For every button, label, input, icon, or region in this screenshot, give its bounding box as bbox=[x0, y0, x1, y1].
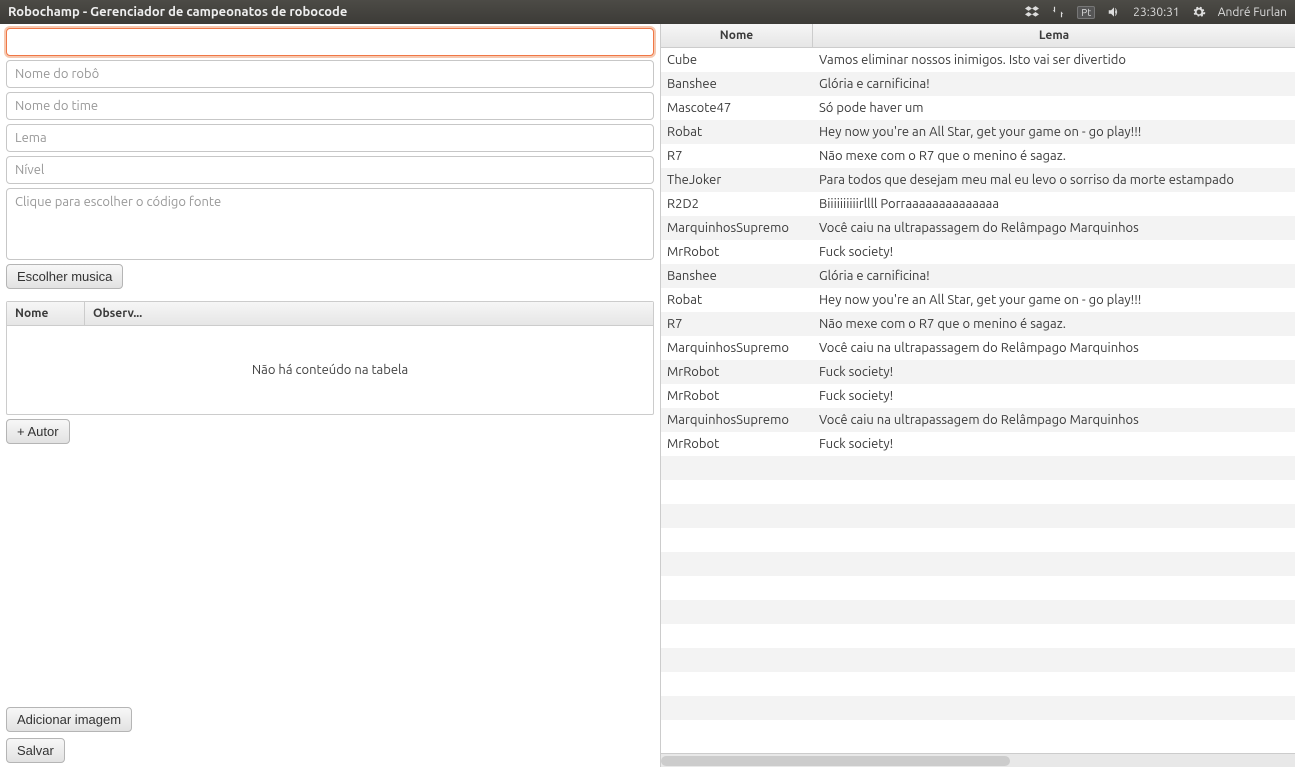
cell-nome: R2D2 bbox=[661, 197, 813, 211]
gear-icon[interactable] bbox=[1192, 5, 1206, 19]
table-row[interactable]: RobatHey now you're an All Star, get you… bbox=[661, 120, 1295, 144]
robots-table-header: Nome Lema bbox=[661, 24, 1295, 48]
cell-nome: R7 bbox=[661, 149, 813, 163]
cell-lema: Glória e carnificina! bbox=[813, 269, 1295, 283]
system-tray: Pt 23:30:31 André Furlan bbox=[1025, 5, 1287, 19]
table-row[interactable]: MrRobotFuck society! bbox=[661, 432, 1295, 456]
cell-nome: MarquinhosSupremo bbox=[661, 221, 813, 235]
cell-lema: Fuck society! bbox=[813, 389, 1295, 403]
nivel-input[interactable] bbox=[6, 156, 654, 184]
keyboard-lang-indicator[interactable]: Pt bbox=[1077, 6, 1095, 19]
robot-name-input[interactable] bbox=[6, 60, 654, 88]
cell-lema: Você caiu na ultrapassagem do Relâmpago … bbox=[813, 413, 1295, 427]
network-icon[interactable] bbox=[1051, 5, 1065, 19]
cell-nome: MarquinhosSupremo bbox=[661, 341, 813, 355]
volume-icon[interactable] bbox=[1107, 5, 1121, 19]
cell-lema: Você caiu na ultrapassagem do Relâmpago … bbox=[813, 341, 1295, 355]
table-row[interactable] bbox=[661, 696, 1295, 720]
menubar: Robochamp - Gerenciador de campeonatos d… bbox=[0, 0, 1295, 24]
cell-lema: Fuck society! bbox=[813, 437, 1295, 451]
cell-nome: Banshee bbox=[661, 77, 813, 91]
cell-lema: Fuck society! bbox=[813, 365, 1295, 379]
add-image-button[interactable]: Adicionar imagem bbox=[6, 707, 132, 732]
cell-nome: R7 bbox=[661, 317, 813, 331]
cell-lema: Para todos que desejam meu mal eu levo o… bbox=[813, 173, 1295, 187]
cell-lema: Hey now you're an All Star, get your gam… bbox=[813, 293, 1295, 307]
col-lema[interactable]: Lema bbox=[813, 24, 1295, 47]
lema-input[interactable] bbox=[6, 124, 654, 152]
table-row[interactable]: CubeVamos eliminar nossos inimigos. Isto… bbox=[661, 48, 1295, 72]
cell-nome: Robat bbox=[661, 293, 813, 307]
cell-lema: Só pode haver um bbox=[813, 101, 1295, 115]
table-row[interactable] bbox=[661, 576, 1295, 600]
clock[interactable]: 23:30:31 bbox=[1133, 6, 1180, 19]
choose-music-button[interactable]: Escolher musica bbox=[6, 264, 123, 289]
table-row[interactable]: R2D2Biiiiiiiiiirllll Porraaaaaaaaaaaaaa bbox=[661, 192, 1295, 216]
col-nome[interactable]: Nome bbox=[661, 24, 813, 47]
table-row[interactable]: MrRobotFuck society! bbox=[661, 384, 1295, 408]
cell-nome: Cube bbox=[661, 53, 813, 67]
table-row[interactable]: R7Não mexe com o R7 que o menino é sagaz… bbox=[661, 144, 1295, 168]
table-row[interactable] bbox=[661, 504, 1295, 528]
cell-nome: MrRobot bbox=[661, 389, 813, 403]
cell-nome: TheJoker bbox=[661, 173, 813, 187]
scrollbar-thumb[interactable] bbox=[661, 756, 1010, 766]
dropbox-icon[interactable] bbox=[1025, 5, 1039, 19]
cell-nome: Robat bbox=[661, 125, 813, 139]
table-row[interactable] bbox=[661, 600, 1295, 624]
table-row[interactable]: MrRobotFuck society! bbox=[661, 240, 1295, 264]
cell-lema: Glória e carnificina! bbox=[813, 77, 1295, 91]
table-row[interactable] bbox=[661, 552, 1295, 576]
table-row[interactable] bbox=[661, 672, 1295, 696]
table-row[interactable]: BansheeGlória e carnificina! bbox=[661, 264, 1295, 288]
table-row[interactable]: MarquinhosSupremoVocê caiu na ultrapassa… bbox=[661, 216, 1295, 240]
table-row[interactable] bbox=[661, 456, 1295, 480]
cell-nome: MarquinhosSupremo bbox=[661, 413, 813, 427]
cell-lema: Biiiiiiiiiirllll Porraaaaaaaaaaaaaa bbox=[813, 197, 1295, 211]
team-name-input[interactable] bbox=[6, 92, 654, 120]
save-button[interactable]: Salvar bbox=[6, 738, 65, 763]
first-input[interactable] bbox=[6, 28, 654, 56]
cell-nome: MrRobot bbox=[661, 437, 813, 451]
robots-table-panel: Nome Lema CubeVamos eliminar nossos inim… bbox=[660, 24, 1295, 767]
cell-lema: Fuck society! bbox=[813, 245, 1295, 259]
table-row[interactable]: Mascote47Só pode haver um bbox=[661, 96, 1295, 120]
cell-lema: Você caiu na ultrapassagem do Relâmpago … bbox=[813, 221, 1295, 235]
table-row[interactable] bbox=[661, 648, 1295, 672]
table-row[interactable]: TheJokerPara todos que desejam meu mal e… bbox=[661, 168, 1295, 192]
table-row[interactable] bbox=[661, 528, 1295, 552]
table-row[interactable]: MarquinhosSupremoVocê caiu na ultrapassa… bbox=[661, 408, 1295, 432]
cell-lema: Não mexe com o R7 que o menino é sagaz. bbox=[813, 149, 1295, 163]
table-row[interactable]: MarquinhosSupremoVocê caiu na ultrapassa… bbox=[661, 336, 1295, 360]
table-row[interactable]: MrRobotFuck society! bbox=[661, 360, 1295, 384]
authors-col-nome[interactable]: Nome bbox=[7, 302, 85, 325]
cell-nome: MrRobot bbox=[661, 365, 813, 379]
table-row[interactable] bbox=[661, 624, 1295, 648]
window-title: Robochamp - Gerenciador de campeonatos d… bbox=[8, 5, 1025, 19]
cell-nome: Banshee bbox=[661, 269, 813, 283]
cell-lema: Não mexe com o R7 que o menino é sagaz. bbox=[813, 317, 1295, 331]
cell-nome: Mascote47 bbox=[661, 101, 813, 115]
user-name[interactable]: André Furlan bbox=[1218, 6, 1287, 19]
table-row[interactable] bbox=[661, 720, 1295, 744]
form-panel: Escolher musica Nome Observ... Não há co… bbox=[0, 24, 660, 767]
authors-col-observ[interactable]: Observ... bbox=[85, 302, 653, 325]
source-code-input[interactable] bbox=[6, 188, 654, 260]
add-author-button[interactable]: + Autor bbox=[6, 419, 70, 444]
authors-table: Nome Observ... Não há conteúdo na tabela bbox=[6, 301, 654, 415]
cell-nome: MrRobot bbox=[661, 245, 813, 259]
table-row[interactable]: R7Não mexe com o R7 que o menino é sagaz… bbox=[661, 312, 1295, 336]
table-row[interactable]: BansheeGlória e carnificina! bbox=[661, 72, 1295, 96]
authors-empty-text: Não há conteúdo na tabela bbox=[7, 326, 653, 414]
table-row[interactable]: RobatHey now you're an All Star, get you… bbox=[661, 288, 1295, 312]
table-row[interactable] bbox=[661, 480, 1295, 504]
cell-lema: Vamos eliminar nossos inimigos. Isto vai… bbox=[813, 53, 1295, 67]
robots-table-body: CubeVamos eliminar nossos inimigos. Isto… bbox=[661, 48, 1295, 753]
cell-lema: Hey now you're an All Star, get your gam… bbox=[813, 125, 1295, 139]
horizontal-scrollbar[interactable] bbox=[661, 753, 1295, 767]
